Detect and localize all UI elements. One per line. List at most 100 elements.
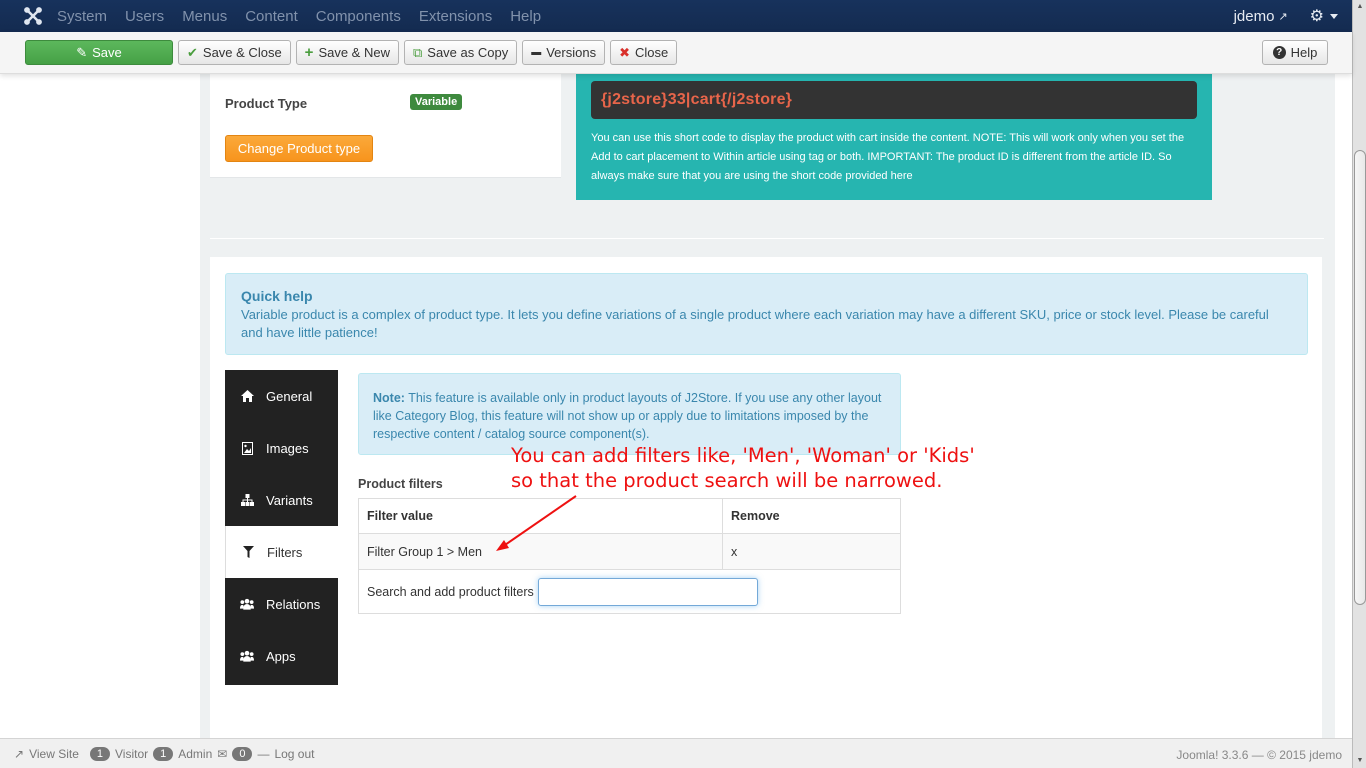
tab-general-label: General [266, 388, 313, 404]
save-copy-button[interactable]: ⧉ Save as Copy [403, 40, 518, 65]
filter-icon [241, 546, 255, 558]
product-panel: Quick help Variable product is a complex… [210, 257, 1322, 738]
annotation-arrow-icon [496, 495, 577, 551]
copy-icon: ⧉ [412, 44, 423, 60]
settings-dropdown[interactable]: ⚙ [1310, 6, 1338, 26]
close-label: Close [635, 45, 669, 60]
search-filters-input[interactable] [537, 577, 758, 606]
scroll-down-arrow-icon[interactable]: ▼ [1354, 754, 1366, 768]
caret-down-icon [1330, 13, 1338, 19]
menu-extensions[interactable]: Extensions [419, 8, 492, 25]
question-icon: ? [1272, 46, 1286, 59]
messages-count-badge[interactable]: 0 [232, 746, 253, 761]
close-button[interactable]: ✖ Close [610, 40, 678, 65]
divider [210, 238, 1324, 239]
annotation-line-1: You can add filters like, 'Men', 'Woman'… [511, 444, 975, 467]
change-product-type-button[interactable]: Change Product type [225, 135, 373, 162]
versions-label: Versions [546, 45, 597, 60]
cancel-icon: ✖ [619, 44, 630, 60]
save-new-button[interactable]: + Save & New [295, 40, 399, 65]
shortcode-description: You can use this short code to display t… [591, 132, 1185, 182]
note-bold: Note: [373, 391, 405, 405]
help-button[interactable]: ? Help [1262, 40, 1328, 65]
visitor-label: Visitor [115, 746, 149, 761]
table-row: Filter Group 1 > Men x [358, 533, 901, 570]
tab-images-label: Images [266, 440, 309, 456]
search-row: Search and add product filters [358, 569, 901, 614]
admin-count-badge: 1 [153, 746, 174, 761]
save-new-label: Save & New [318, 45, 390, 60]
product-filters-label: Product filters [358, 477, 443, 491]
page-scrollbar[interactable]: ▲ ▼ [1352, 0, 1366, 768]
tab-variants-label: Variants [266, 492, 313, 508]
save-close-button[interactable]: ✔ Save & Close [178, 40, 291, 65]
external-link-icon: ↗ [1278, 10, 1288, 23]
scroll-thumb[interactable] [1354, 150, 1366, 605]
tab-filters[interactable]: Filters [225, 526, 338, 578]
annotation-line-2: so that the product search will be narro… [511, 469, 943, 492]
menu-users[interactable]: Users [125, 8, 164, 25]
admin-label: Admin [178, 746, 213, 761]
logout-link[interactable]: Log out [274, 747, 314, 761]
top-navbar: System Users Menus Content Components Ex… [0, 0, 1352, 32]
menu-components[interactable]: Components [316, 8, 401, 25]
tab-apps-label: Apps [266, 648, 296, 664]
annotation-text: You can add filters like, 'Men', 'Woman'… [511, 443, 975, 493]
gear-icon: ⚙ [1309, 8, 1324, 25]
save-label: Save [92, 45, 122, 60]
product-type-box: Product Type Variable Change Product typ… [210, 74, 561, 178]
menu-help[interactable]: Help [510, 8, 541, 25]
shortcode-box: {j2store}33|cart{/j2store} You can use t… [576, 74, 1212, 200]
image-icon [240, 441, 254, 455]
quick-help-title: Quick help [241, 288, 313, 304]
tab-relations-label: Relations [266, 596, 321, 612]
help-label: Help [1290, 45, 1318, 60]
quick-help-text: Variable product is a complex of product… [241, 307, 1269, 340]
product-tabs: General Images Variants Filters Relation… [225, 370, 338, 685]
table-header-row: Filter value Remove [358, 498, 901, 534]
product-filters-table: Filter value Remove Filter Group 1 > Men… [358, 498, 901, 614]
page-content: Product Type Variable Change Product typ… [0, 74, 1352, 738]
users-icon [240, 650, 254, 662]
menu-system[interactable]: System [57, 8, 107, 25]
envelope-icon[interactable]: ✉ [217, 747, 227, 761]
visitor-count-badge: 1 [89, 746, 110, 761]
home-icon [240, 390, 254, 402]
tab-filters-label: Filters [267, 544, 303, 560]
tab-general[interactable]: General [225, 370, 338, 422]
search-filters-label: Search and add product filters [367, 584, 534, 599]
users-icon [240, 598, 254, 610]
product-type-label: Product Type [225, 96, 308, 111]
minus-icon: — [257, 746, 270, 761]
check-icon: ✔ [187, 44, 198, 60]
menu-content[interactable]: Content [245, 8, 298, 25]
save-button[interactable]: ✎ Save [25, 40, 173, 65]
user-site-link[interactable]: jdemo ↗ [1234, 8, 1288, 25]
save-copy-label: Save as Copy [427, 45, 509, 60]
status-footer: ↗ View Site 1 Visitor 1 Admin ✉ 0 — Log … [0, 738, 1352, 768]
menu-menus[interactable]: Menus [182, 8, 227, 25]
remove-filter-button[interactable]: x [722, 533, 901, 570]
archive-icon: ▬ [531, 47, 542, 58]
plus-icon: + [304, 44, 314, 61]
tab-relations[interactable]: Relations [225, 578, 338, 630]
tab-images[interactable]: Images [225, 422, 338, 474]
scroll-up-arrow-icon[interactable]: ▲ [1354, 0, 1366, 14]
toolbar: ✎ Save ✔ Save & Close + Save & New ⧉ Sav… [0, 32, 1352, 74]
product-type-badge: Variable [410, 94, 463, 110]
joomla-logo-icon[interactable] [23, 6, 43, 26]
note-text: This feature is available only in produc… [373, 391, 882, 441]
quick-help-alert: Quick help Variable product is a complex… [225, 273, 1308, 355]
sitemap-icon [240, 494, 254, 506]
edit-icon: ✎ [76, 44, 88, 60]
header-remove: Remove [722, 498, 901, 534]
view-site-icon: ↗ [14, 746, 25, 761]
view-site-link[interactable]: View Site [29, 747, 79, 761]
shortcode[interactable]: {j2store}33|cart{/j2store} [591, 81, 1197, 119]
versions-button[interactable]: ▬ Versions [522, 40, 606, 65]
version-info: Joomla! 3.3.6 — © 2015 jdemo [1176, 748, 1342, 762]
tab-apps[interactable]: Apps [225, 630, 338, 682]
save-close-label: Save & Close [202, 45, 282, 60]
tab-variants[interactable]: Variants [225, 474, 338, 526]
username: jdemo [1233, 7, 1275, 25]
